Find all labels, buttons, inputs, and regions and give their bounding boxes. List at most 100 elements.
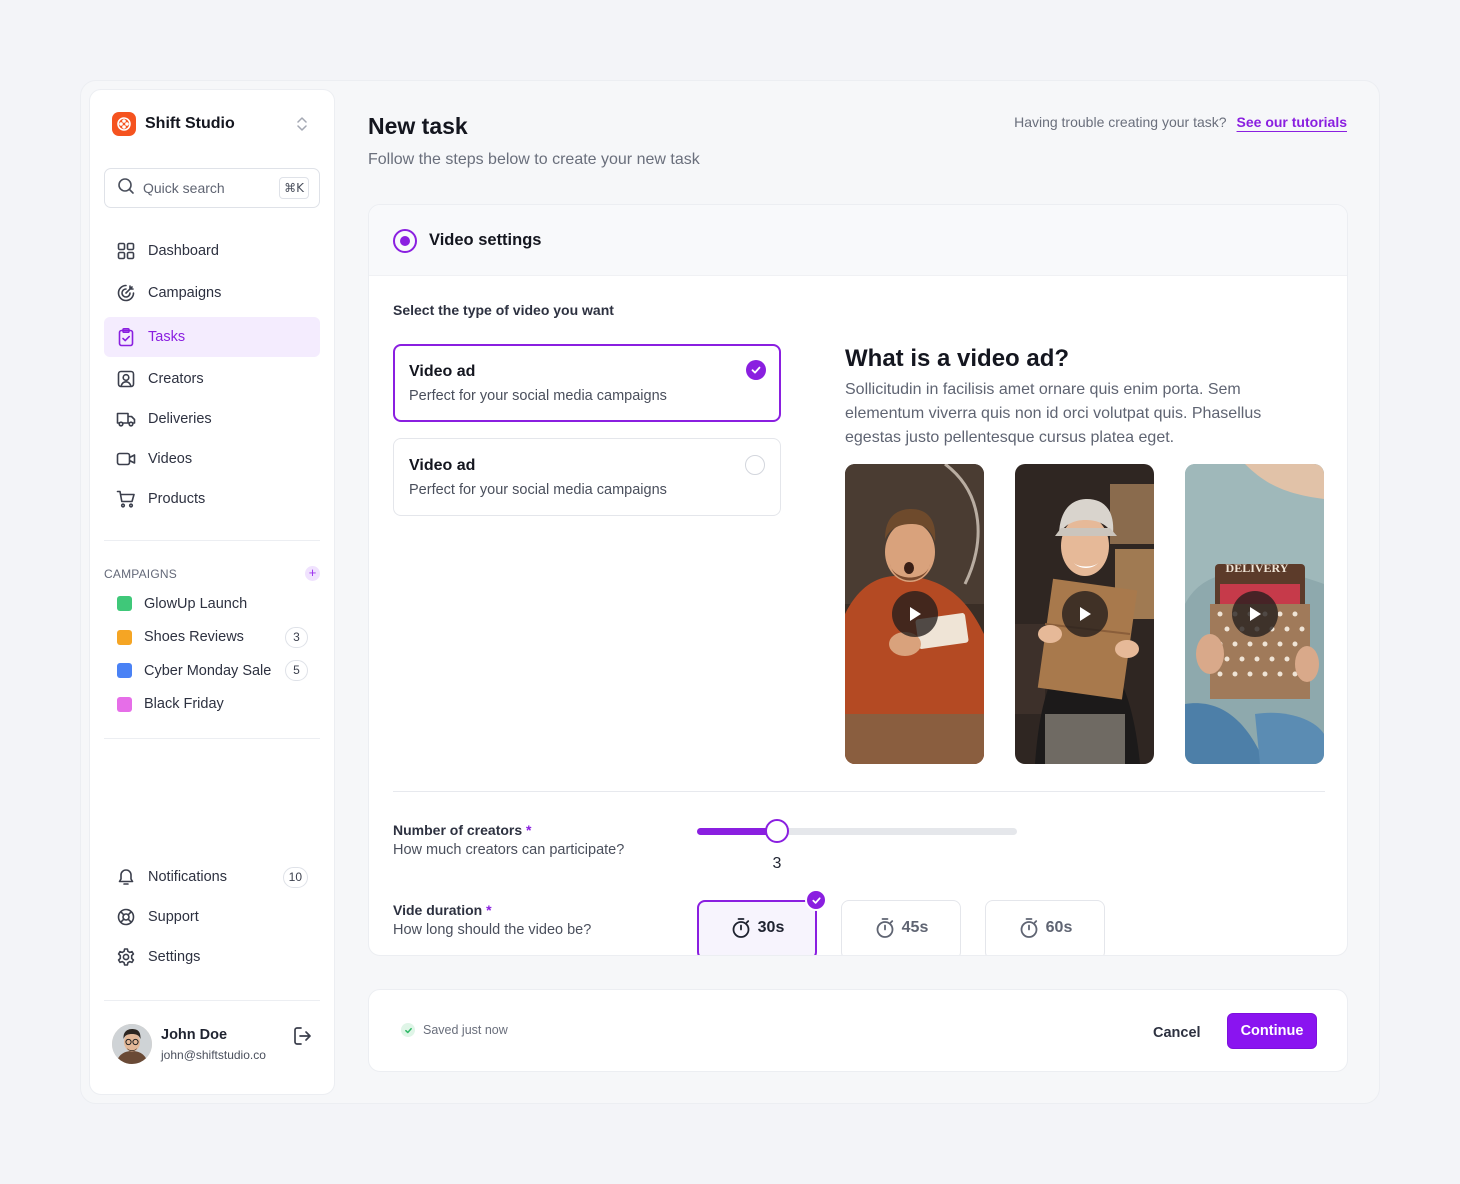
nav-item-products[interactable]: Products (104, 479, 320, 519)
nav-label: Videos (148, 451, 193, 467)
campaign-count-badge: 5 (285, 660, 308, 682)
nav-item-support[interactable]: Support (104, 897, 320, 937)
cancel-button[interactable]: Cancel (1149, 1016, 1205, 1050)
creators-help: How much creators can participate? (393, 842, 625, 858)
page-title: New task (368, 113, 468, 139)
option-description: Perfect for your social media campaigns (409, 482, 667, 498)
nav-label: Creators (148, 371, 204, 387)
logout-icon[interactable] (292, 1025, 314, 1052)
divider (104, 540, 320, 541)
option-title: Video ad (409, 457, 476, 474)
required-mark: * (486, 902, 492, 918)
nav-label: Products (148, 491, 206, 507)
info-title: What is a video ad? (845, 345, 1070, 372)
info-description: Sollicitudin in facilisis amet ornare qu… (845, 381, 1262, 446)
save-status: Saved just now (401, 1023, 508, 1037)
nav-item-settings[interactable]: Settings (104, 937, 320, 977)
nav-item-videos[interactable]: Videos (104, 439, 320, 479)
play-button[interactable] (892, 591, 938, 637)
duration-label: Vide duration * (393, 902, 492, 918)
quick-search[interactable]: Quick search ⌘K (104, 168, 320, 208)
clipboard-check-icon (116, 327, 136, 347)
notifications-count-badge: 10 (282, 866, 308, 888)
duration-option-60s[interactable]: 60s (985, 900, 1105, 955)
play-button[interactable] (1232, 591, 1278, 637)
card-title: Video settings (429, 231, 542, 249)
slider-handle[interactable] (765, 819, 789, 843)
sidebar: Shift Studio Quick search ⌘K Dashboard C… (89, 89, 335, 1095)
tutorials-link[interactable]: See our tutorials (1237, 114, 1347, 130)
nav-item-campaigns[interactable]: Campaigns (104, 273, 320, 313)
check-icon (746, 360, 766, 380)
check-icon (805, 889, 827, 911)
card-header: Video settings (369, 205, 1347, 276)
play-button[interactable] (1062, 591, 1108, 637)
truck-icon (116, 409, 136, 429)
user-profile[interactable]: John Doe john@shiftstudio.co (112, 1024, 314, 1068)
nav-item-tasks[interactable]: Tasks (104, 317, 320, 357)
search-icon (117, 177, 135, 200)
search-shortcut: ⌘K (279, 177, 309, 199)
campaign-color (117, 663, 132, 679)
nav-item-deliveries[interactable]: Deliveries (104, 399, 320, 439)
radio-unchecked-icon (745, 455, 765, 475)
nav-label: Tasks (148, 329, 186, 345)
creators-label-text: Number of creators (393, 822, 523, 838)
duration-help: How long should the video be? (393, 922, 592, 938)
search-input[interactable]: Quick search (143, 180, 225, 196)
section-divider (393, 791, 1325, 792)
option-description: Perfect for your social media campaigns (409, 388, 667, 404)
campaign-count-badge: 3 (285, 626, 308, 648)
video-thumbnail[interactable]: DELIVERY (1185, 464, 1324, 764)
campaign-name: GlowUp Launch (144, 595, 248, 612)
campaign-list: GlowUp Launch Shoes Reviews 3 Cyber Mond… (104, 587, 320, 721)
nav-label: Deliveries (148, 411, 212, 427)
save-status-text: Saved just now (423, 1023, 508, 1037)
duration-option-45s[interactable]: 45s (841, 900, 961, 955)
campaign-color (117, 629, 132, 645)
duration-label-text: Vide duration (393, 902, 483, 918)
video-type-option[interactable]: Video ad Perfect for your social media c… (393, 344, 781, 422)
workspace-switcher[interactable]: Shift Studio (112, 112, 235, 136)
nav-label: Settings (148, 949, 201, 965)
duration-label: 45s (901, 919, 929, 936)
video-settings-card: Video settings Select the type of video … (368, 204, 1348, 956)
chevron-up-down-icon[interactable] (296, 116, 308, 137)
duration-option-30s[interactable]: 30s (697, 889, 827, 955)
video-type-option[interactable]: Video ad Perfect for your social media c… (393, 438, 781, 516)
video-type-label: Select the type of video you want (393, 302, 614, 318)
campaign-item[interactable]: GlowUp Launch (104, 587, 320, 621)
nav-label: Dashboard (148, 243, 219, 259)
video-thumbnail[interactable] (845, 464, 984, 764)
duration-label: 30s (757, 919, 785, 936)
brand-logo-icon (112, 112, 136, 136)
avatar (112, 1024, 152, 1064)
nav-label: Campaigns (148, 285, 222, 301)
continue-button[interactable]: Continue (1227, 1013, 1317, 1049)
box-label-text: DELIVERY (1226, 561, 1289, 575)
campaign-name: Cyber Monday Sale (144, 662, 272, 679)
stopwatch-icon (874, 917, 896, 944)
campaigns-title: CAMPAIGNS (104, 566, 177, 581)
campaign-item[interactable]: Shoes Reviews 3 (104, 621, 320, 655)
nav-item-creators[interactable]: Creators (104, 359, 320, 399)
slider-value: 3 (772, 855, 782, 872)
nav-item-dashboard[interactable]: Dashboard (104, 231, 320, 271)
nav-label: Notifications (148, 869, 227, 885)
add-campaign-button[interactable]: + (305, 566, 320, 581)
bell-icon (116, 867, 136, 887)
lifebuoy-icon (116, 907, 136, 927)
creators-label: Number of creators * (393, 822, 532, 838)
user-email: john@shiftstudio.co (161, 1048, 266, 1062)
gear-icon (116, 947, 136, 967)
campaign-item[interactable]: Cyber Monday Sale 5 (104, 654, 320, 688)
campaign-item[interactable]: Black Friday (104, 688, 320, 722)
cart-icon (116, 489, 136, 509)
nav-item-notifications[interactable]: Notifications 10 (104, 857, 320, 897)
video-thumbnail[interactable] (1015, 464, 1154, 764)
creators-slider[interactable] (697, 819, 1017, 843)
option-title: Video ad (409, 363, 476, 380)
page-subtitle: Follow the steps below to create your ne… (368, 151, 700, 168)
user-name: John Doe (161, 1027, 228, 1043)
stopwatch-icon (1018, 917, 1040, 944)
